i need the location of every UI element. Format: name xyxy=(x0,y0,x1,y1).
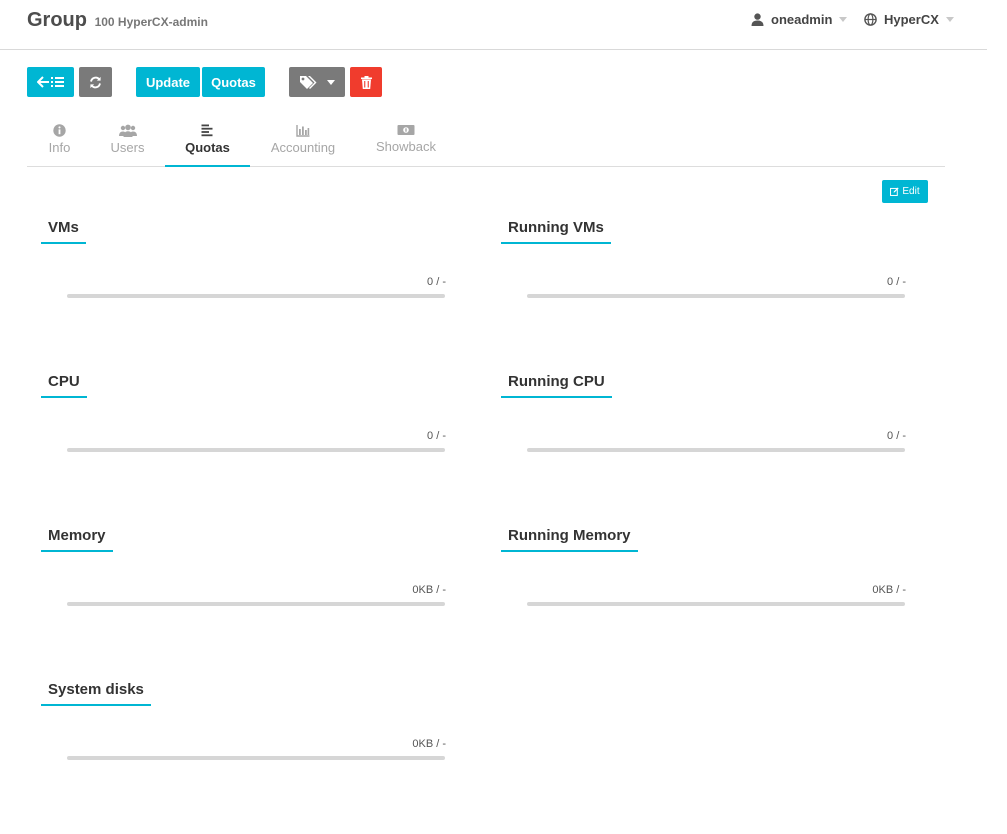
quota-progress-bar xyxy=(67,448,445,452)
chevron-down-icon xyxy=(839,17,848,22)
edit-label: Edit xyxy=(902,186,920,197)
zone-menu[interactable]: HyperCX xyxy=(864,12,954,27)
tab-accounting[interactable]: Accounting xyxy=(258,121,348,165)
quota-value: 0KB / - xyxy=(412,584,446,596)
tab-label: Accounting xyxy=(270,140,336,155)
align-left-icon xyxy=(201,124,213,137)
quota-title: Running Memory xyxy=(501,527,638,552)
refresh-button[interactable] xyxy=(79,67,112,97)
labels-dropdown-button[interactable] xyxy=(289,67,345,97)
tags-icon xyxy=(300,76,317,89)
chevron-down-icon xyxy=(945,17,954,22)
tab-label: Users xyxy=(110,140,145,155)
globe-icon xyxy=(864,13,877,26)
quota-running-cpu: Running CPU 0 / - xyxy=(501,373,911,473)
user-menu[interactable]: oneadmin xyxy=(751,12,848,27)
tab-bar: Info Users Quotas Accounting Showback xyxy=(27,121,945,167)
chevron-down-icon xyxy=(327,79,335,85)
quota-title: Memory xyxy=(41,527,113,552)
tab-label: Info xyxy=(48,140,71,155)
page-subtitle: 100 HyperCX-admin xyxy=(94,15,208,29)
quota-progress-bar xyxy=(67,294,445,298)
refresh-icon xyxy=(90,76,101,88)
tab-label: Showback xyxy=(376,139,436,154)
quotas-button[interactable]: Quotas xyxy=(202,67,265,97)
tab-label: Quotas xyxy=(185,140,230,155)
tab-users[interactable]: Users xyxy=(95,121,160,165)
tab-quotas[interactable]: Quotas xyxy=(165,121,250,167)
page-header: Group 100 HyperCX-admin oneadmin HyperCX xyxy=(0,0,987,50)
page-title-text: Group xyxy=(27,9,87,31)
quota-value: 0 / - xyxy=(427,430,446,442)
quota-progress-bar xyxy=(527,448,905,452)
quota-progress-bar xyxy=(67,756,445,760)
page-title: Group 100 HyperCX-admin xyxy=(27,9,208,32)
back-to-list-button[interactable] xyxy=(27,67,74,97)
quota-value: 0 / - xyxy=(427,276,446,288)
user-icon xyxy=(751,13,764,26)
bar-chart-icon xyxy=(296,125,310,137)
info-icon xyxy=(53,124,66,137)
quota-value: 0 / - xyxy=(887,430,906,442)
quota-title: System disks xyxy=(41,681,151,706)
quota-progress-bar xyxy=(527,602,905,606)
zone-name: HyperCX xyxy=(884,12,939,27)
quota-memory: Memory 0KB / - xyxy=(41,527,451,627)
trash-icon xyxy=(360,75,372,89)
edit-icon xyxy=(890,187,900,196)
quota-title: VMs xyxy=(41,219,86,244)
quota-title: Running VMs xyxy=(501,219,611,244)
quota-running-vms: Running VMs 0 / - xyxy=(501,219,911,319)
update-button[interactable]: Update xyxy=(136,67,200,97)
money-icon xyxy=(397,125,415,135)
delete-button[interactable] xyxy=(350,67,382,97)
quota-vms: VMs 0 / - xyxy=(41,219,451,319)
quota-progress-bar xyxy=(527,294,905,298)
quota-cpu: CPU 0 / - xyxy=(41,373,451,473)
quota-running-memory: Running Memory 0KB / - xyxy=(501,527,911,627)
quota-progress-bar xyxy=(67,602,445,606)
quota-system-disks: System disks 0KB / - xyxy=(41,681,451,781)
quota-title: CPU xyxy=(41,373,87,398)
back-list-icon xyxy=(37,76,64,88)
quota-value: 0KB / - xyxy=(872,584,906,596)
user-name: oneadmin xyxy=(771,12,833,27)
tab-showback[interactable]: Showback xyxy=(367,121,445,165)
tab-info[interactable]: Info xyxy=(27,121,92,165)
quota-title: Running CPU xyxy=(501,373,612,398)
quota-value: 0 / - xyxy=(887,276,906,288)
edit-quotas-button[interactable]: Edit xyxy=(882,180,928,203)
quota-value: 0KB / - xyxy=(412,738,446,750)
users-icon xyxy=(118,124,137,137)
